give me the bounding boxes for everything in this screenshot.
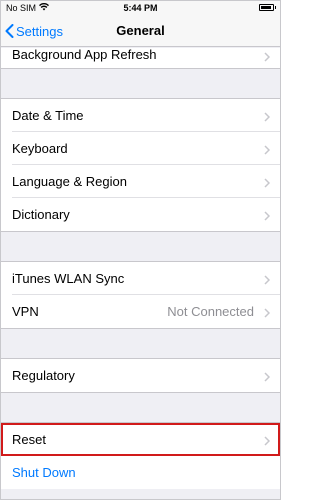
shut-down-button[interactable]: Shut Down xyxy=(1,456,280,489)
list-item-label: Background App Refresh xyxy=(12,46,157,62)
list-item-regulatory[interactable]: Regulatory xyxy=(1,359,280,392)
list-item-label: VPN xyxy=(12,304,39,319)
chevron-right-icon xyxy=(264,176,271,191)
section-gap xyxy=(1,328,280,359)
chevron-right-icon xyxy=(264,50,271,65)
chevron-right-icon xyxy=(264,110,271,125)
list-item-label: Reset xyxy=(12,432,46,447)
list-item-language-region[interactable]: Language & Region xyxy=(1,165,280,198)
chevron-right-icon xyxy=(264,306,271,321)
list-item-vpn[interactable]: VPN Not Connected xyxy=(1,295,280,328)
status-bar: No SIM 5:44 PM xyxy=(1,1,280,15)
settings-list: Background App Refresh Date & Time Keybo… xyxy=(1,46,280,489)
list-item-label: Date & Time xyxy=(12,108,84,123)
list-item-keyboard[interactable]: Keyboard xyxy=(1,132,280,165)
chevron-right-icon xyxy=(264,370,271,385)
list-item-label: Keyboard xyxy=(12,141,68,156)
list-item-date-time[interactable]: Date & Time xyxy=(1,99,280,132)
shut-down-label: Shut Down xyxy=(12,465,76,480)
section-gap xyxy=(1,231,280,262)
battery-level xyxy=(261,6,271,9)
list-item-reset[interactable]: Reset xyxy=(1,423,280,456)
battery-icon xyxy=(259,4,276,11)
chevron-right-icon xyxy=(264,209,271,224)
page-title: General xyxy=(116,23,165,38)
list-item-label: Language & Region xyxy=(12,174,127,189)
chevron-right-icon xyxy=(264,273,271,288)
list-item-label: Regulatory xyxy=(12,368,75,383)
list-item-itunes-wlan-sync[interactable]: iTunes WLAN Sync xyxy=(1,262,280,295)
chevron-right-icon xyxy=(264,143,271,158)
navigation-bar: Settings General xyxy=(1,15,280,47)
list-item-label: iTunes WLAN Sync xyxy=(12,271,125,286)
section-gap xyxy=(1,392,280,423)
list-item-background-app-refresh[interactable]: Background App Refresh xyxy=(1,46,280,68)
section-gap xyxy=(1,68,280,99)
phone-screen: No SIM 5:44 PM Settings General Backgrou xyxy=(0,0,281,500)
status-time: 5:44 PM xyxy=(123,3,158,13)
vpn-status-value: Not Connected xyxy=(167,304,254,319)
chevron-right-icon xyxy=(264,434,271,449)
list-item-dictionary[interactable]: Dictionary xyxy=(1,198,280,231)
list-item-label: Dictionary xyxy=(12,207,70,222)
